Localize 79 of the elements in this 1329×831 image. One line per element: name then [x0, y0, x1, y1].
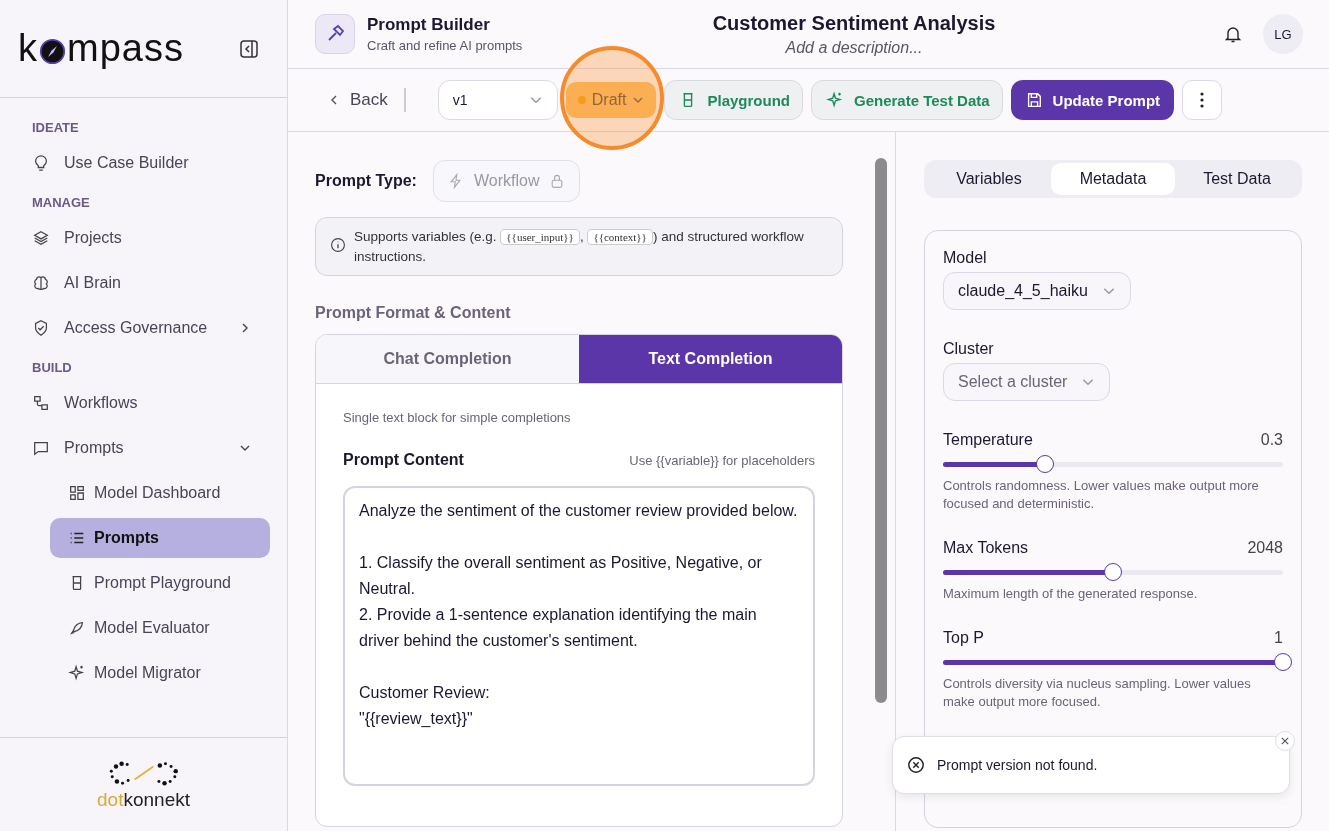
- status-dot: [577, 96, 586, 104]
- grid-icon: [68, 484, 86, 502]
- format-tab[interactable]: Chat Completion: [316, 335, 579, 384]
- field-label: Temperature: [943, 431, 1033, 449]
- variable-chip: {{context}}: [587, 229, 653, 245]
- user-avatar[interactable]: LG: [1263, 14, 1303, 54]
- logo-text: dot: [97, 788, 124, 810]
- prompt-content-field[interactable]: Analyze the sentiment of the customer review provided below. 1. Classify the overall sentiment as Positive, Negative, or Neutral. 2. Provide a 1-sentence explanation identifying the main driver behind the customer's sentiment. Customer Review: "{{review_text}}": [343, 486, 815, 786]
- layers-icon: [32, 229, 50, 247]
- hammer-icon: [315, 14, 355, 54]
- section-heading: BUILD: [32, 360, 73, 375]
- nav-item[interactable]: Prompt Playground: [50, 563, 270, 603]
- field-label: Cluster: [943, 340, 995, 358]
- logo-text: konnekt: [123, 788, 190, 810]
- compass-icon: [39, 38, 66, 65]
- prompt-type-label: Prompt Type:: [315, 172, 417, 190]
- chat-icon: [32, 439, 50, 457]
- nav-item[interactable]: Model Migrator: [50, 653, 270, 693]
- section-title: Prompt Format & Content: [315, 304, 512, 322]
- section-heading: MANAGE: [32, 195, 91, 210]
- help-text: Controls diversity via nucleus sampling. Lower values make output more focused.: [943, 675, 1252, 711]
- variable-chip: {{user_input}}: [500, 229, 580, 245]
- nav-item[interactable]: Prompts: [50, 518, 270, 558]
- app-title: Prompt Builder: [367, 15, 491, 35]
- logo-text: mpass: [67, 27, 184, 70]
- close-icon: [1281, 737, 1289, 745]
- dropdown-select[interactable]: claude_4_5_haiku: [943, 272, 1131, 310]
- slider-value: 0.3: [1260, 431, 1283, 450]
- action-button[interactable]: Generate Test Data: [811, 80, 1003, 120]
- nav-item[interactable]: Model Evaluator: [50, 608, 270, 648]
- prompt-title: Customer Sentiment Analysis: [712, 11, 996, 35]
- panel-tab[interactable]: Test Data: [1175, 163, 1299, 195]
- nav-item[interactable]: Access Governance: [32, 308, 269, 348]
- shield-icon: [32, 319, 50, 337]
- info-text: Supports variables (e.g. {{user_input}} , {{context}} ) and structured workflow instructions.: [354, 228, 805, 266]
- collapse-sidebar-icon[interactable]: [239, 38, 259, 59]
- bell-icon[interactable]: [1223, 24, 1243, 44]
- prompt-type-field: Workflow: [432, 160, 581, 202]
- error-icon: [907, 756, 925, 774]
- field-label: Top P: [943, 629, 984, 647]
- slider-thumb[interactable]: [1274, 653, 1292, 671]
- nav-item[interactable]: Model Dashboard: [50, 473, 270, 513]
- nav-item[interactable]: AI Brain: [32, 263, 269, 303]
- close-button[interactable]: [1275, 731, 1295, 751]
- format-tab[interactable]: Text Completion: [579, 335, 842, 384]
- more-icon: [1200, 92, 1205, 108]
- update-button[interactable]: Update Prompt: [1010, 80, 1175, 120]
- field-hint: Use {{variable}} for placeholders: [629, 452, 815, 468]
- help-text: Controls randomness. Lower values make output more focused and deterministic.: [943, 477, 1260, 513]
- action-button[interactable]: Playground: [664, 80, 803, 120]
- bulb-icon: [32, 154, 50, 172]
- field-label: Prompt Content: [343, 451, 464, 469]
- app-subtitle: Craft and refine AI prompts: [367, 38, 523, 53]
- panel-tab[interactable]: Metadata: [1051, 163, 1175, 195]
- back-button[interactable]: Back: [328, 90, 388, 110]
- flow-icon: [32, 394, 50, 412]
- slider-value: 1: [1274, 629, 1283, 648]
- slider-thumb[interactable]: [1104, 563, 1122, 581]
- nav-item[interactable]: Workflows: [32, 383, 269, 423]
- info-icon: [330, 237, 346, 253]
- nav-item[interactable]: Projects: [32, 218, 269, 258]
- help-text: Maximum length of the generated response.: [943, 585, 1199, 603]
- section-heading: IDEATE: [32, 120, 80, 135]
- field-label: Model: [943, 249, 988, 267]
- field-label: Max Tokens: [943, 539, 1029, 557]
- description-field[interactable]: Add a description...: [754, 38, 954, 57]
- logo-text: k: [18, 27, 38, 70]
- nav-item[interactable]: Use Case Builder: [32, 143, 269, 183]
- version-select[interactable]: v1: [437, 80, 558, 120]
- sparkle-icon: [68, 664, 86, 682]
- toast-message: Prompt version not found.: [937, 757, 1098, 773]
- brain-icon: [32, 274, 50, 292]
- dropdown-select[interactable]: Select a cluster: [943, 363, 1111, 401]
- nav-item[interactable]: Prompts: [32, 428, 269, 468]
- slider-thumb[interactable]: [1036, 455, 1054, 473]
- slider-value: 2048: [1247, 539, 1283, 558]
- format-hint: Single text block for simple completions: [343, 410, 572, 425]
- sparkle-icon: [826, 91, 844, 109]
- panel-tab[interactable]: Variables: [927, 163, 1051, 195]
